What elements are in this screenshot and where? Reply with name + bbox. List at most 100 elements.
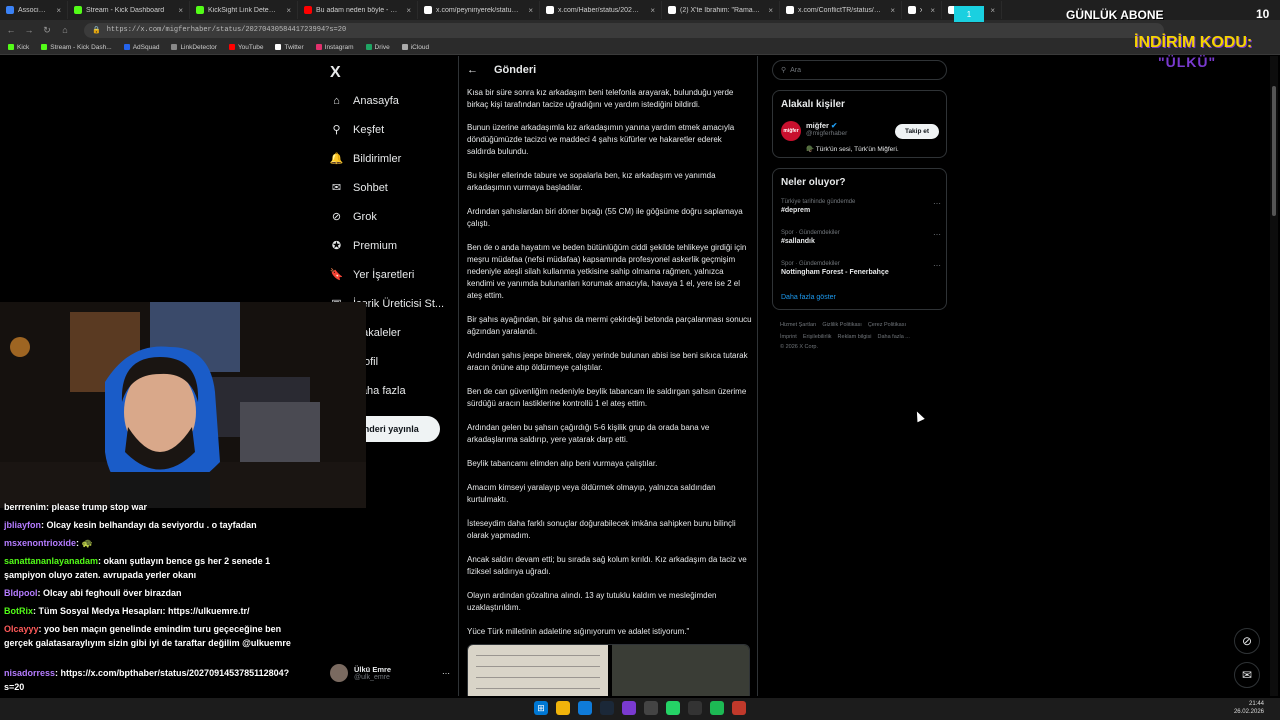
browser-tab[interactable]: (2) X'te İbrahim: "Ramazanda mili...× [662,1,780,19]
footer-link[interactable]: Çerez Politikası [868,322,906,328]
edge-icon[interactable] [578,701,592,715]
bookmark-label: Kick [17,43,30,51]
footer-link[interactable]: Hizmet Şartları [780,322,816,328]
trend-item[interactable]: Spor · Gündemdekiler #sallandık ⋯ [781,230,941,245]
footer-link[interactable]: Erişilebilirlik [803,334,832,340]
chat-text: : 🐢 [76,538,93,548]
browser-tab[interactable]: x.com/hom... × [902,1,942,19]
close-icon[interactable]: × [986,6,995,15]
chat-username[interactable]: Olcayyy [4,624,39,634]
footer-link[interactable]: İmprint [780,334,797,340]
trend-item[interactable]: Türkiye tarihinde gündemde #deprem ⋯ [781,199,941,214]
more-icon[interactable]: ⋯ [933,261,941,270]
close-icon[interactable]: × [764,6,773,15]
steam-icon[interactable] [600,701,614,715]
nav-item-home[interactable]: ⌂ Anasayfa [330,94,399,107]
chat-username[interactable]: nisadorress [4,668,55,678]
browser-tab[interactable]: Association Football × [0,1,68,19]
tab-label: Bu adam neden böyle - YouTube [316,6,399,14]
trend-context: Türkiye tarihinde gündemde [781,199,856,205]
start-icon[interactable]: ⊞ [534,701,548,715]
bookmark-item[interactable]: Drive [365,44,390,51]
browser-tab[interactable]: x.com/Haber/status/20270643430... × [540,1,662,19]
post-media[interactable] [467,644,750,696]
app-icon[interactable] [622,701,636,715]
bookmark-item[interactable]: YouTube [228,44,263,51]
chat-username[interactable]: jbliayfon [4,520,41,530]
back-arrow-icon[interactable]: ← [467,64,478,76]
folder-icon[interactable] [556,701,570,715]
system-clock[interactable]: 21:44 26.02.2026 [1224,700,1264,716]
browser-tab[interactable]: KickSight Link Detector × [190,1,298,19]
bookmark-item[interactable]: Kick [8,44,29,51]
footer-link[interactable]: Gizlilik Politikası [822,322,861,328]
bookmark-item[interactable]: iCloud [401,44,429,51]
trend-item[interactable]: Spor · Gündemdekiler Nottingham Forest - … [781,261,941,276]
back-icon[interactable]: ← [6,25,16,35]
close-icon[interactable]: × [282,6,291,15]
close-icon[interactable]: × [646,6,655,15]
card-title: Neler oluyor? [781,177,846,188]
bookmark-item[interactable]: Twitter [275,44,304,51]
app-icon[interactable] [732,701,746,715]
close-icon[interactable]: × [174,6,183,15]
avatar[interactable]: miğfer [781,121,801,141]
browser-tab[interactable]: x.com/ConflictTR/status/20277077... × [780,1,902,19]
chat-username[interactable]: sanattananlayanadam [4,556,98,566]
more-icon[interactable]: ⋯ [933,199,941,208]
premium-icon: ✪ [331,240,342,252]
close-icon[interactable]: × [886,6,895,15]
browser-tab[interactable]: Bu adam neden böyle - YouTube× [298,1,418,19]
grok-floating-button[interactable]: ⊘ [1234,628,1260,654]
bookmark-item[interactable]: Stream - Kick Dash... [41,44,112,51]
nav-item-chat[interactable]: ✉ Sohbet [330,181,388,195]
close-icon[interactable]: × [52,6,61,15]
bookmark-item[interactable]: AdSquad [123,44,159,51]
browser-tab[interactable]: x.com/peyniriyerek/status/2026... × [418,1,540,19]
bookmark-item[interactable]: Instagram [315,44,354,51]
close-icon[interactable]: × [926,6,935,15]
chat-username[interactable]: Bldpool [4,588,38,598]
show-more-link[interactable]: Daha fazla göster [781,294,836,301]
bookmark-favicon-icon [171,44,178,50]
app-icon[interactable] [644,701,658,715]
person-name-row: miğfer ✔ [806,121,847,130]
mail-icon: ✉ [331,182,342,194]
follow-button[interactable]: Takip et [895,124,939,139]
close-icon[interactable]: × [402,6,411,15]
chat-username[interactable]: BotRix [4,606,33,616]
nav-item-notifications[interactable]: 🔔 Bildirimler [330,152,402,166]
scrollbar-thumb[interactable] [1272,86,1276,216]
tab-label: (2) X'te İbrahim: "Ramazanda mili... [680,6,761,14]
url-field[interactable]: 🔒 https://x.com/migferhaber/status/20270… [84,22,1164,38]
page-scrollbar[interactable] [1270,56,1278,696]
reload-icon[interactable]: ↻ [42,25,52,36]
x-logo[interactable]: X [330,64,341,82]
whatsapp-icon[interactable] [666,701,680,715]
more-icon[interactable]: ⋯ [933,230,941,239]
footer-link[interactable]: Reklam bilgisi [838,334,872,340]
bookmark-item[interactable]: LinkDetector [171,44,217,51]
nav-item-grok[interactable]: ⊘ Grok [330,210,377,224]
person-name[interactable]: miğfer [806,121,829,130]
home-icon[interactable]: ⌂ [60,25,70,35]
forward-icon[interactable]: → [24,25,34,35]
nav-item-bookmarks[interactable]: 🔖 Yer İşaretleri [330,268,415,282]
footer-link[interactable]: Daha fazla ... [877,334,909,340]
chat-message: sanattananlayanadam: okanı şutlayın benc… [4,554,304,582]
app-icon[interactable] [688,701,702,715]
spotify-icon[interactable] [710,701,724,715]
chat-username[interactable]: berrrenim [4,502,46,512]
account-switcher[interactable]: Ülkü Emre @ulk_emre ⋯ [330,660,450,686]
chat-username[interactable]: msxenontrioxide [4,538,76,548]
search-input[interactable]: ⚲ Ara [772,60,947,80]
close-icon[interactable]: × [524,6,533,15]
account-handle: @ulk_emre [354,674,390,681]
browser-tab[interactable]: Stream - Kick Dashboard × [68,1,190,19]
nav-item-explore[interactable]: ⚲ Keşfet [330,123,384,137]
nav-item-premium[interactable]: ✪ Premium [330,239,397,253]
more-icon[interactable]: ⋯ [442,669,450,678]
tab-label: KickSight Link Detector [208,6,279,14]
messages-floating-button[interactable]: ✉ [1234,662,1260,688]
post-paragraph: Bunun üzerine arkadaşımla kız arkadaşımı… [467,123,735,156]
